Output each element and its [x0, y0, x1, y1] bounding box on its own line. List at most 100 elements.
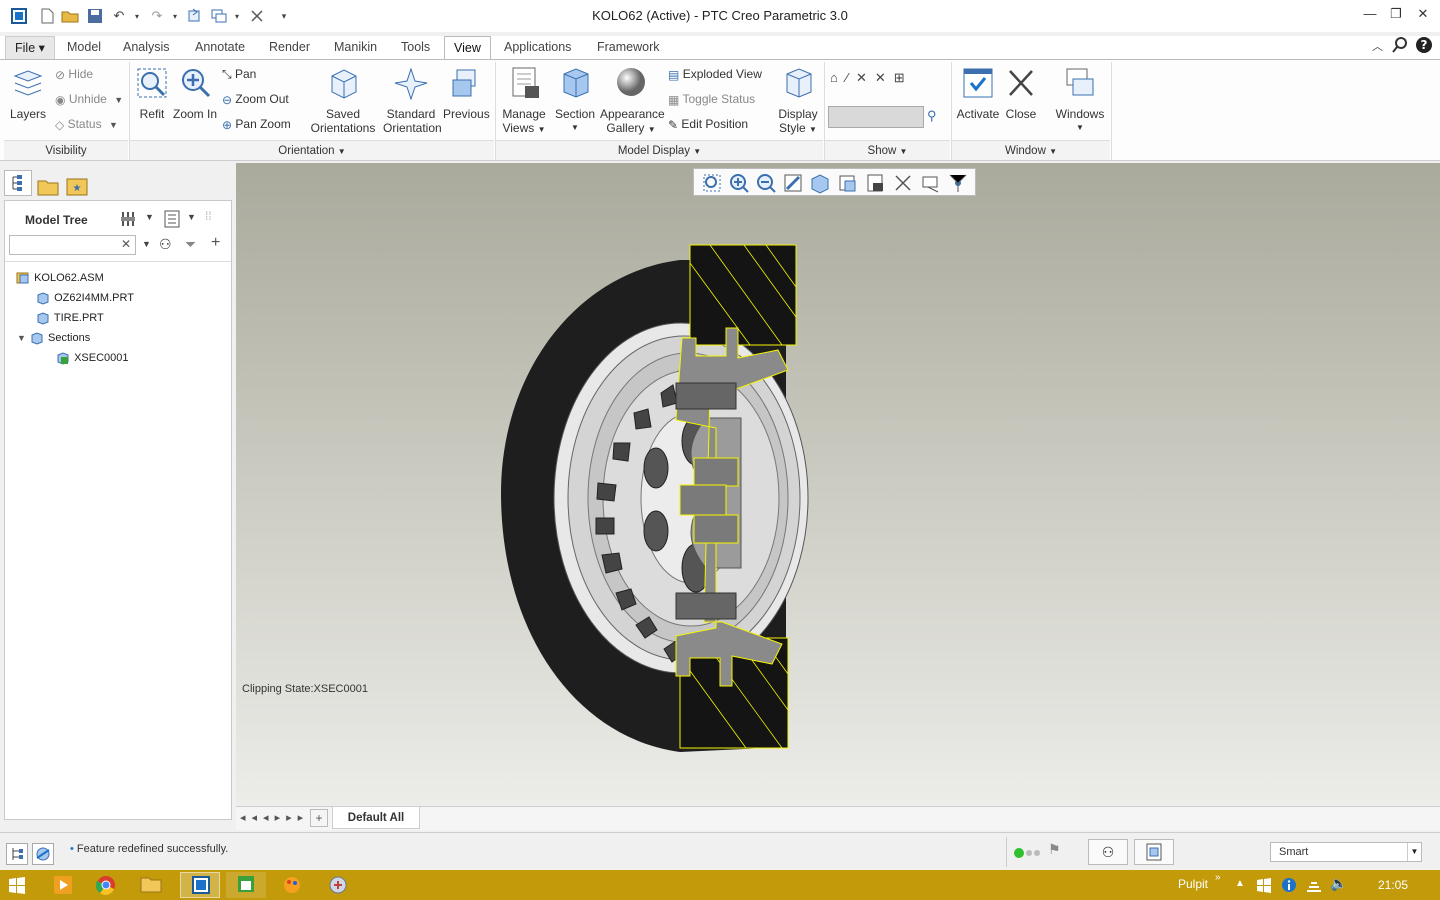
tree-settings-icon[interactable]: [119, 209, 141, 232]
show-columns-dropdown-icon[interactable]: ▼: [187, 212, 196, 222]
spin-center-icon[interactable]: [947, 172, 969, 194]
add-icon[interactable]: +: [211, 234, 220, 252]
close-button[interactable]: ✕: [1412, 6, 1434, 24]
activate-button[interactable]: Activate: [956, 66, 1000, 121]
taskbar-calendar-icon[interactable]: [226, 872, 266, 898]
tab-navigation-arrows[interactable]: ◂◂◂▸▸▸: [240, 811, 309, 824]
minimize-ribbon-icon[interactable]: ︿: [1372, 38, 1383, 54]
zoom-in-button[interactable]: Zoom In: [173, 66, 217, 121]
show-annotation-icons[interactable]: ⌂⁄✕✕⊞: [830, 70, 946, 90]
regeneration-status-icon[interactable]: [1014, 847, 1044, 861]
saved-orientations-button[interactable]: Saved Orientations ▼: [306, 66, 380, 151]
tab-default-all[interactable]: Default All: [332, 807, 420, 829]
annotation-display-icon[interactable]: [920, 172, 942, 194]
display-style-icon[interactable]: [809, 172, 831, 194]
zoom-out-icon[interactable]: [755, 172, 777, 194]
expand-arrow-icon[interactable]: ▼: [17, 333, 26, 343]
show-columns-icon[interactable]: [163, 209, 181, 232]
taskbar-paint-icon[interactable]: [272, 872, 312, 898]
toggle-status-button[interactable]: ▦ Toggle Status: [668, 92, 755, 107]
tab-render[interactable]: Render: [260, 36, 319, 60]
help-icon[interactable]: ?: [1415, 36, 1433, 57]
group-show[interactable]: Show ▼: [825, 140, 950, 160]
volume-icon[interactable]: 🔈: [1330, 875, 1347, 892]
pan-zoom-button[interactable]: ⊕ Pan Zoom: [222, 117, 291, 132]
hide-button[interactable]: ⊘ Hide: [55, 67, 93, 82]
close-window-button[interactable]: Close: [1002, 66, 1040, 121]
selection-filter-icon[interactable]: [1134, 839, 1174, 865]
toggle-navigator-icon[interactable]: [6, 843, 28, 865]
show-hidden-icons-icon[interactable]: ▲: [1235, 878, 1245, 889]
toggle-browser-icon[interactable]: [32, 843, 54, 865]
minimize-button[interactable]: —: [1359, 6, 1381, 24]
tree-item-oz62i4mm[interactable]: OZ62I4MM.PRT: [35, 291, 134, 305]
tree-item-sections[interactable]: ▼ Sections: [17, 331, 90, 345]
tab-file[interactable]: File ▾: [5, 36, 55, 60]
search-icon[interactable]: [1392, 36, 1408, 57]
chevron-right-icon[interactable]: »: [1215, 872, 1221, 883]
add-tab-icon[interactable]: +: [310, 809, 328, 827]
zoom-out-button[interactable]: ⊖ Zoom Out: [222, 92, 289, 107]
layers-button[interactable]: Layers: [8, 66, 48, 121]
tree-search-input[interactable]: [9, 235, 136, 255]
windows-button[interactable]: Windows ▼: [1054, 66, 1106, 135]
show-toggles-group[interactable]: [828, 106, 924, 128]
taskbar-chrome-icon[interactable]: [86, 872, 126, 898]
info-icon[interactable]: [1281, 877, 1297, 896]
model-tree-tab[interactable]: [4, 170, 32, 196]
graphics-viewport[interactable]: Clipping State:XSEC0001: [236, 163, 1440, 805]
clock[interactable]: 21:05: [1378, 878, 1408, 892]
exploded-view-button[interactable]: ▤ Exploded View: [668, 67, 762, 82]
view-manager-icon[interactable]: [864, 172, 886, 194]
tab-manikin[interactable]: Manikin: [325, 36, 386, 60]
refit-button[interactable]: Refit: [134, 66, 170, 121]
tab-framework[interactable]: Framework: [588, 36, 669, 60]
pan-button[interactable]: ⤡ Pan: [222, 67, 256, 82]
tree-item-kolo62[interactable]: KOLO62.ASM: [15, 271, 104, 285]
flag-icon[interactable]: ⚑: [1048, 841, 1061, 858]
folder-browser-tab-icon[interactable]: [36, 176, 60, 201]
tab-view[interactable]: View: [444, 36, 491, 60]
status-button[interactable]: ◇ Status ▼: [55, 117, 118, 132]
taskbar-tools-icon[interactable]: [318, 872, 358, 898]
group-model-display[interactable]: Model Display ▼: [496, 140, 823, 160]
desktop-toolbar-label[interactable]: Pulpit: [1178, 877, 1208, 891]
taskbar-media-player-icon[interactable]: [42, 872, 82, 898]
tab-applications[interactable]: Applications: [495, 36, 580, 60]
filter-icon[interactable]: ⏷: [185, 236, 196, 253]
show-spin-center-icon[interactable]: ⚲: [927, 108, 937, 124]
search-history-dropdown-icon[interactable]: ▼: [142, 239, 151, 249]
taskbar-creo-icon[interactable]: [180, 872, 220, 898]
binoculars-icon[interactable]: ⚇: [159, 236, 172, 253]
refit-icon[interactable]: [701, 172, 723, 194]
selection-filter-select[interactable]: Smart ▼: [1270, 842, 1422, 862]
tab-tools[interactable]: Tools: [392, 36, 439, 60]
chevron-down-icon[interactable]: ▼: [1407, 843, 1421, 861]
wheel-section-model[interactable]: Clipping State:XSEC0001: [236, 163, 1440, 805]
taskbar-explorer-icon[interactable]: [131, 872, 171, 898]
previous-button[interactable]: Previous: [443, 66, 490, 121]
repaint-icon[interactable]: [782, 172, 804, 194]
standard-orientation-button[interactable]: Standard Orientation: [383, 66, 442, 135]
display-style-button[interactable]: Display Style ▼: [776, 66, 820, 137]
favorites-tab-icon[interactable]: ★: [65, 176, 89, 201]
tab-model[interactable]: Model: [58, 36, 110, 60]
group-window[interactable]: Window ▼: [952, 140, 1110, 160]
group-orientation[interactable]: Orientation ▼: [130, 140, 494, 160]
saved-orientations-icon[interactable]: [836, 172, 858, 194]
tab-analysis[interactable]: Analysis: [114, 36, 179, 60]
clear-search-icon[interactable]: ✕: [121, 237, 131, 251]
network-icon[interactable]: [1305, 877, 1323, 896]
restore-button[interactable]: ❐: [1385, 6, 1407, 24]
appearance-gallery-button[interactable]: Appearance Gallery ▼: [600, 66, 665, 137]
tree-item-tire[interactable]: TIRE.PRT: [35, 311, 104, 325]
zoom-in-icon[interactable]: [728, 172, 750, 194]
windows-start-icon[interactable]: [8, 876, 26, 897]
datum-display-icon[interactable]: [892, 172, 914, 194]
tab-annotate[interactable]: Annotate: [186, 36, 254, 60]
manage-views-button[interactable]: Manage Views ▼: [500, 66, 548, 137]
windows-tray-icon[interactable]: [1256, 877, 1272, 896]
unhide-button[interactable]: ◉ Unhide ▼: [55, 92, 123, 107]
tree-settings-dropdown-icon[interactable]: ▼: [145, 212, 154, 222]
find-binoculars-icon[interactable]: ⚇: [1088, 839, 1128, 865]
